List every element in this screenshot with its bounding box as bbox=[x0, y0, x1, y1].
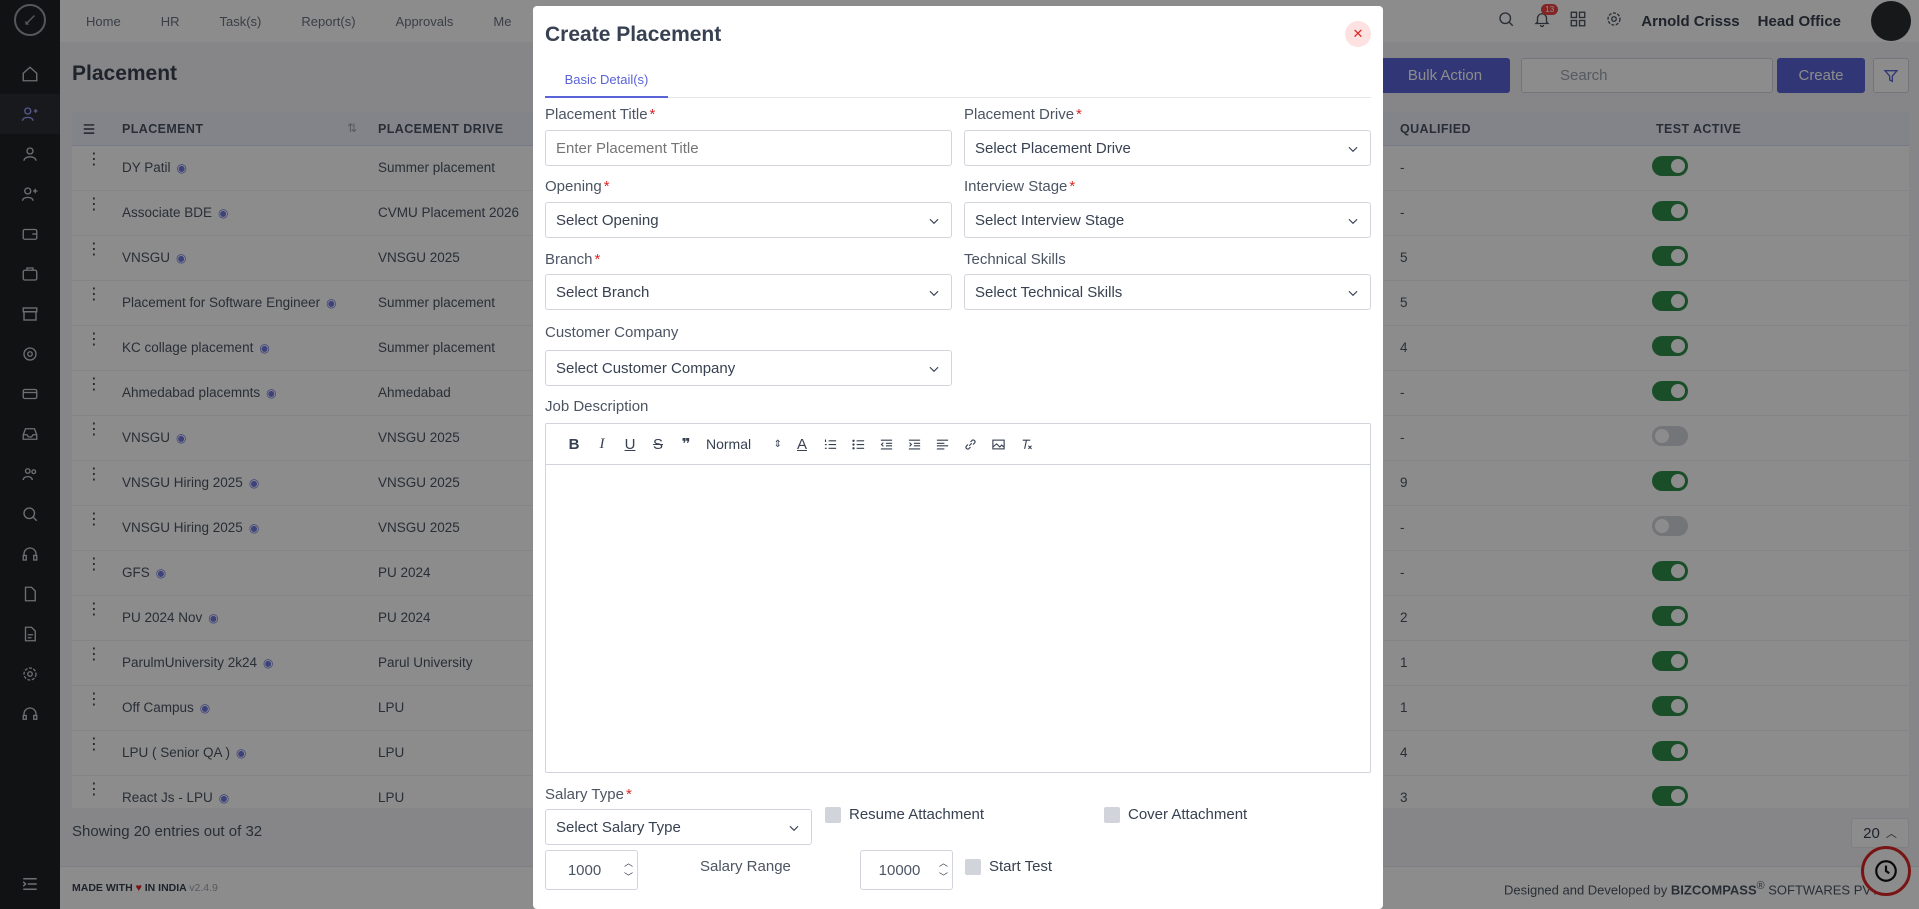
chevron-down-icon bbox=[787, 821, 801, 835]
format-select[interactable]: Normal ⇕ bbox=[700, 436, 788, 452]
opening-value: Select Opening bbox=[556, 211, 659, 229]
editor-toolbar: B I U S ❞ Normal ⇕ A bbox=[546, 424, 1370, 465]
technical-skills-select[interactable]: Select Technical Skills bbox=[964, 274, 1371, 310]
branch-label-text: Branch bbox=[545, 251, 593, 268]
opening-label-text: Opening bbox=[545, 178, 602, 195]
branch-select[interactable]: Select Branch bbox=[545, 274, 952, 310]
customer-company-value: Select Customer Company bbox=[556, 359, 736, 377]
checkbox-box[interactable] bbox=[825, 806, 841, 823]
italic-icon[interactable]: I bbox=[588, 432, 616, 456]
resume-attachment-label: Resume Attachment bbox=[849, 806, 985, 823]
interview-stage-select[interactable]: Select Interview Stage bbox=[964, 202, 1371, 238]
salary-type-label-text: Salary Type bbox=[545, 786, 624, 803]
stepper-icon[interactable]: ︿ ﹀ bbox=[939, 857, 948, 883]
bullet-list-icon[interactable] bbox=[844, 432, 872, 456]
salary-max-value: 10000 bbox=[878, 861, 921, 879]
salary-min-value: 1000 bbox=[567, 861, 602, 879]
branch-value: Select Branch bbox=[556, 283, 650, 301]
cover-attachment-checkbox[interactable]: Cover Attachment bbox=[1104, 806, 1247, 823]
placement-drive-select[interactable]: Select Placement Drive bbox=[964, 130, 1371, 166]
placement-drive-label: Placement Drive * bbox=[964, 106, 1082, 123]
tab-basic-details[interactable]: Basic Detail(s) bbox=[545, 62, 668, 98]
modal-title: Create Placement bbox=[545, 23, 722, 46]
chevron-down-icon bbox=[927, 362, 941, 376]
job-description-editor[interactable]: B I U S ❞ Normal ⇕ A bbox=[545, 423, 1371, 773]
placement-title-input[interactable] bbox=[545, 130, 952, 166]
chevron-down-icon bbox=[1346, 214, 1360, 228]
opening-label: Opening * bbox=[545, 178, 610, 195]
salary-max-input[interactable]: 10000 ︿ ﹀ bbox=[860, 850, 953, 890]
technical-skills-label: Technical Skills bbox=[964, 251, 1066, 268]
technical-skills-value: Select Technical Skills bbox=[975, 283, 1123, 301]
branch-label: Branch * bbox=[545, 251, 601, 268]
salary-min-input[interactable]: 1000 ︿ ﹀ bbox=[545, 850, 638, 890]
quote-icon[interactable]: ❞ bbox=[672, 432, 700, 456]
salary-range-label: Salary Range bbox=[700, 858, 791, 875]
job-description-label: Job Description bbox=[545, 398, 649, 415]
clear-format-icon[interactable] bbox=[1012, 432, 1040, 456]
ordered-list-icon[interactable] bbox=[816, 432, 844, 456]
salary-type-label: Salary Type * bbox=[545, 786, 632, 803]
close-icon[interactable]: ✕ bbox=[1345, 21, 1371, 47]
underline-icon[interactable]: U bbox=[616, 432, 644, 456]
start-test-label: Start Test bbox=[989, 858, 1053, 875]
customer-company-select[interactable]: Select Customer Company bbox=[545, 350, 952, 386]
link-icon[interactable] bbox=[956, 432, 984, 456]
start-test-checkbox[interactable]: Start Test bbox=[965, 858, 1052, 875]
checkbox-box[interactable] bbox=[965, 858, 981, 875]
resume-attachment-checkbox[interactable]: Resume Attachment bbox=[825, 806, 984, 823]
placement-drive-label-text: Placement Drive bbox=[964, 106, 1075, 123]
chevron-down-icon bbox=[1346, 286, 1360, 300]
customer-company-label: Customer Company bbox=[545, 324, 679, 341]
opening-select[interactable]: Select Opening bbox=[545, 202, 952, 238]
salary-type-select[interactable]: Select Salary Type bbox=[545, 809, 812, 845]
create-placement-modal: Create Placement ✕ Basic Detail(s) Place… bbox=[533, 6, 1383, 909]
placement-title-label: Placement Title * bbox=[545, 106, 656, 123]
chevron-down-icon bbox=[1346, 142, 1360, 156]
interview-stage-label-text: Interview Stage bbox=[964, 178, 1068, 195]
interview-stage-label: Interview Stage * bbox=[964, 178, 1076, 195]
chevron-down-icon bbox=[927, 286, 941, 300]
stepper-icon[interactable]: ︿ ﹀ bbox=[624, 857, 633, 883]
cover-attachment-label: Cover Attachment bbox=[1128, 806, 1248, 823]
bold-icon[interactable]: B bbox=[560, 432, 588, 456]
salary-type-value: Select Salary Type bbox=[556, 818, 681, 836]
strikethrough-icon[interactable]: S bbox=[644, 432, 672, 456]
text-color-icon[interactable]: A bbox=[788, 432, 816, 456]
format-value: Normal bbox=[706, 436, 752, 452]
indent-icon[interactable] bbox=[900, 432, 928, 456]
modal-tabs: Basic Detail(s) bbox=[545, 62, 1371, 98]
updown-icon: ⇕ bbox=[773, 438, 782, 450]
outdent-icon[interactable] bbox=[872, 432, 900, 456]
image-icon[interactable] bbox=[984, 432, 1012, 456]
placement-title-label-text: Placement Title bbox=[545, 106, 648, 123]
align-icon[interactable] bbox=[928, 432, 956, 456]
checkbox-box[interactable] bbox=[1104, 806, 1120, 823]
chevron-down-icon bbox=[927, 214, 941, 228]
interview-stage-value: Select Interview Stage bbox=[975, 211, 1125, 229]
placement-drive-value: Select Placement Drive bbox=[975, 139, 1131, 157]
